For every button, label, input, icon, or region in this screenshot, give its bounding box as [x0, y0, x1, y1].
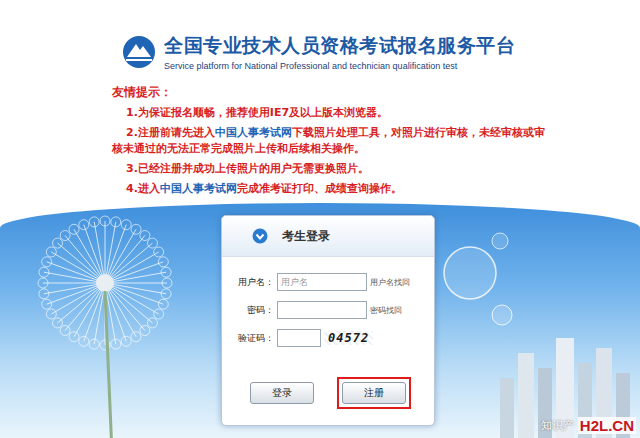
login-header: 考生登录 [222, 216, 434, 257]
down-arrow-icon [252, 228, 268, 244]
login-panel: 考生登录用户名： 用户名找回密码： 密码找回验证码： 04572 登录 注册 [221, 215, 435, 426]
tip-text: 完成准考证打印、成绩查询操作。 [237, 182, 402, 195]
watermark-badge: H2L.CN [578, 417, 636, 434]
tip-text: 1.为保证报名顺畅，推荐使用IE7及以上版本浏览器。 [126, 106, 388, 119]
login-title: 考生登录 [282, 228, 330, 245]
tips: 友情提示： 1.为保证报名顺畅，推荐使用IE7及以上版本浏览器。 2.注册前请先进入… [0, 78, 552, 197]
tip-item: 1.为保证报名顺畅，推荐使用IE7及以上版本浏览器。 [112, 105, 552, 121]
page: 全国专业技术人员资格考试报名服务平台 Service platform for N… [0, 0, 640, 438]
tip-link[interactable]: 中国人事考试网 [160, 182, 237, 195]
tip-item: 4.进入中国人事考试网完成准考证打印、成绩查询操作。 [112, 181, 552, 197]
banner: 考生登录用户名： 用户名找回密码： 密码找回验证码： 04572 登录 注册知识产 H2L.… [0, 203, 640, 438]
button-highlight: 注册 [337, 377, 411, 409]
password-input[interactable] [277, 301, 367, 319]
button-row: 登录 注册 [222, 347, 434, 425]
tip-text: 3.已经注册并成功上传照片的用户无需更换照片。 [126, 162, 369, 175]
register-button[interactable]: 注册 [342, 382, 406, 404]
field-label: 用户名： [232, 276, 274, 289]
captcha-image[interactable]: 04572 [324, 331, 373, 345]
watermark-text: 知识产 [541, 418, 574, 433]
field-label: 密码： [232, 304, 274, 317]
form-row: 用户名： 用户名找回 [232, 273, 428, 291]
site-subtitle: Service platform for National Profession… [164, 61, 515, 71]
login-button[interactable]: 登录 [250, 382, 314, 404]
dandelion-icon [30, 203, 200, 438]
title-block: 全国专业技术人员资格考试报名服务平台 Service platform for N… [164, 33, 515, 71]
recover-link[interactable]: 用户名找回 [370, 277, 410, 288]
button-highlight: 登录 [245, 377, 319, 409]
recover-link[interactable]: 密码找回 [370, 305, 402, 316]
header: 全国专业技术人员资格考试报名服务平台 Service platform for N… [0, 0, 640, 78]
watermark: 知识产 H2L.CN [541, 417, 636, 434]
tip-link[interactable]: 中国人事考试网 [215, 126, 292, 139]
bubbles-icon [430, 223, 520, 333]
tip-item: 2.注册前请先进入中国人事考试网下载照片处理工具，对照片进行审核，未经审核或审核… [112, 125, 552, 157]
tip-text: 2.注册前请先进入 [126, 126, 215, 139]
site-title: 全国专业技术人员资格考试报名服务平台 [164, 33, 515, 59]
form-row: 验证码： 04572 [232, 329, 428, 347]
tips-heading: 友情提示： [112, 84, 552, 101]
logo-icon [122, 35, 156, 69]
username-input[interactable] [277, 273, 367, 291]
tip-text: 4.进入 [126, 182, 160, 195]
captcha-input[interactable] [277, 329, 321, 347]
login-form: 用户名： 用户名找回密码： 密码找回验证码： 04572 [222, 257, 434, 347]
field-label: 验证码： [232, 332, 274, 345]
form-row: 密码： 密码找回 [232, 301, 428, 319]
tip-item: 3.已经注册并成功上传照片的用户无需更换照片。 [112, 161, 552, 177]
